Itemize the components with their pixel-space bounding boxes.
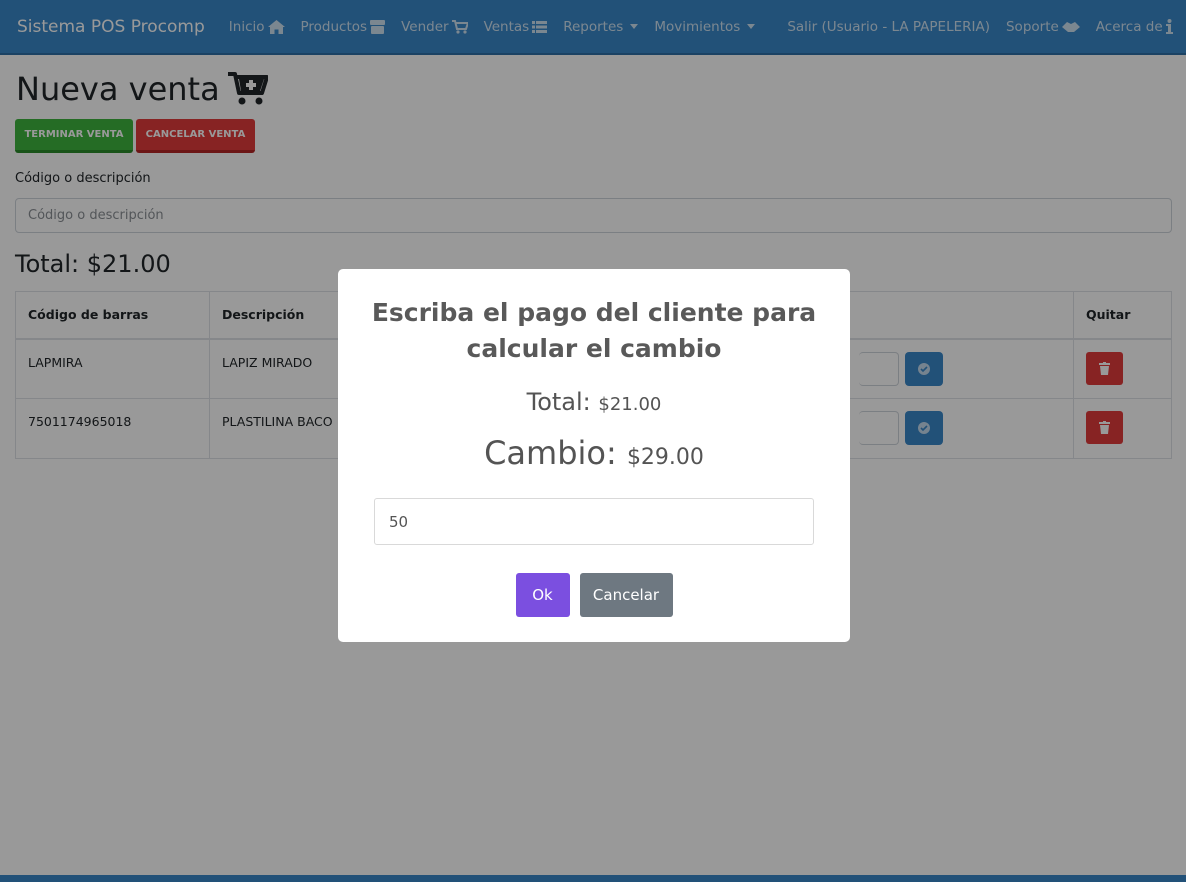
cancel-button[interactable]: Cancelar (579, 573, 673, 617)
dialog-total-label: Total: (526, 388, 591, 416)
dialog-title: Escriba el pago del cliente para calcula… (371, 298, 817, 363)
dialog-actions: Ok Cancelar (338, 573, 850, 617)
dialog-total: Total: $21.00 (338, 387, 850, 420)
dialog-change-value: $29.00 (626, 445, 704, 470)
dialog-change: Cambio: $29.00 (338, 434, 850, 477)
payment-input[interactable] (374, 498, 814, 545)
dialog-total-value: $21.00 (598, 394, 662, 415)
dialog-change-label: Cambio: (484, 434, 617, 472)
ok-button[interactable]: Ok (515, 573, 570, 617)
payment-dialog: Escriba el pago del cliente para calcula… (338, 269, 850, 642)
